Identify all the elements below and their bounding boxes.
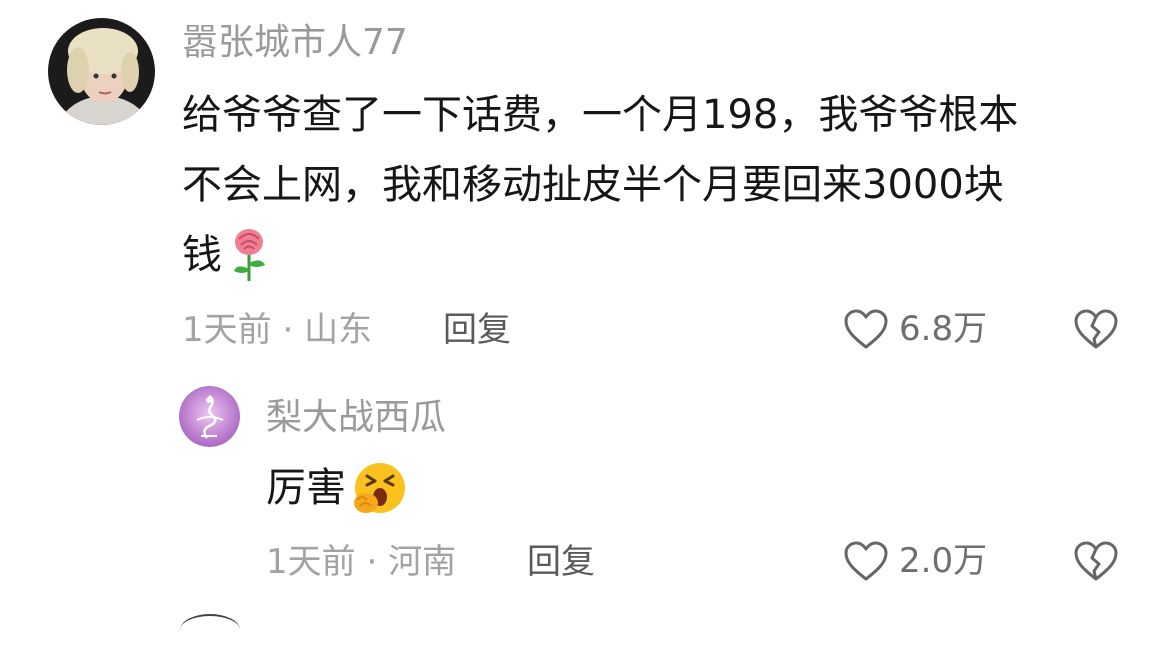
- avatar[interactable]: [179, 386, 240, 447]
- comment-text: 给爷爷查了一下话费，一个月198，我爷爷根本 不会上网，我和移动扯皮半个月要回来…: [182, 80, 1018, 290]
- reply-button[interactable]: 回复: [527, 545, 595, 579]
- comment-text: 厉害: [266, 453, 408, 523]
- dislike-button[interactable]: [1073, 540, 1119, 582]
- heart-icon: [843, 540, 889, 582]
- comment-meta: 1天前 · 山东: [182, 313, 372, 347]
- comment-location: 河南: [388, 542, 457, 582]
- avatar-illustration-icon: [179, 386, 240, 447]
- like-button[interactable]: 2.0万: [843, 540, 987, 582]
- meta-separator: ·: [282, 310, 305, 350]
- comment-text-line: 给爷爷查了一下话费，一个月198，我爷爷根本: [182, 92, 1019, 138]
- broken-heart-icon: [1074, 309, 1118, 349]
- heart-icon: [843, 308, 889, 350]
- like-button[interactable]: 6.8万: [843, 308, 987, 350]
- avatar-photo-icon: [48, 18, 155, 125]
- comment-time: 1天前: [182, 310, 272, 350]
- comment-location: 山东: [304, 310, 373, 350]
- meta-separator: ·: [366, 542, 389, 582]
- comment-username[interactable]: 嚣张城市人77: [182, 25, 408, 61]
- rose-emoji-icon: [228, 227, 270, 283]
- face-with-hand-over-mouth-emoji-icon: [348, 458, 408, 518]
- comment-time: 1天前: [266, 542, 356, 582]
- comment-meta: 1天前 · 河南: [266, 545, 456, 579]
- reply-button[interactable]: 回复: [443, 313, 511, 347]
- comment-text-line: 钱: [182, 220, 1018, 290]
- comment-text-tail: 钱: [182, 232, 222, 278]
- comment-text-content: 厉害: [266, 465, 346, 511]
- like-count: 2.0万: [899, 541, 988, 581]
- comment-text-line: 不会上网，我和移动扯皮半个月要回来3000块: [182, 162, 1004, 208]
- broken-heart-icon: [1074, 541, 1118, 581]
- dislike-button[interactable]: [1073, 308, 1119, 350]
- comment-username[interactable]: 梨大战西瓜: [266, 400, 446, 436]
- like-count: 6.8万: [899, 309, 988, 349]
- avatar[interactable]: [48, 18, 155, 125]
